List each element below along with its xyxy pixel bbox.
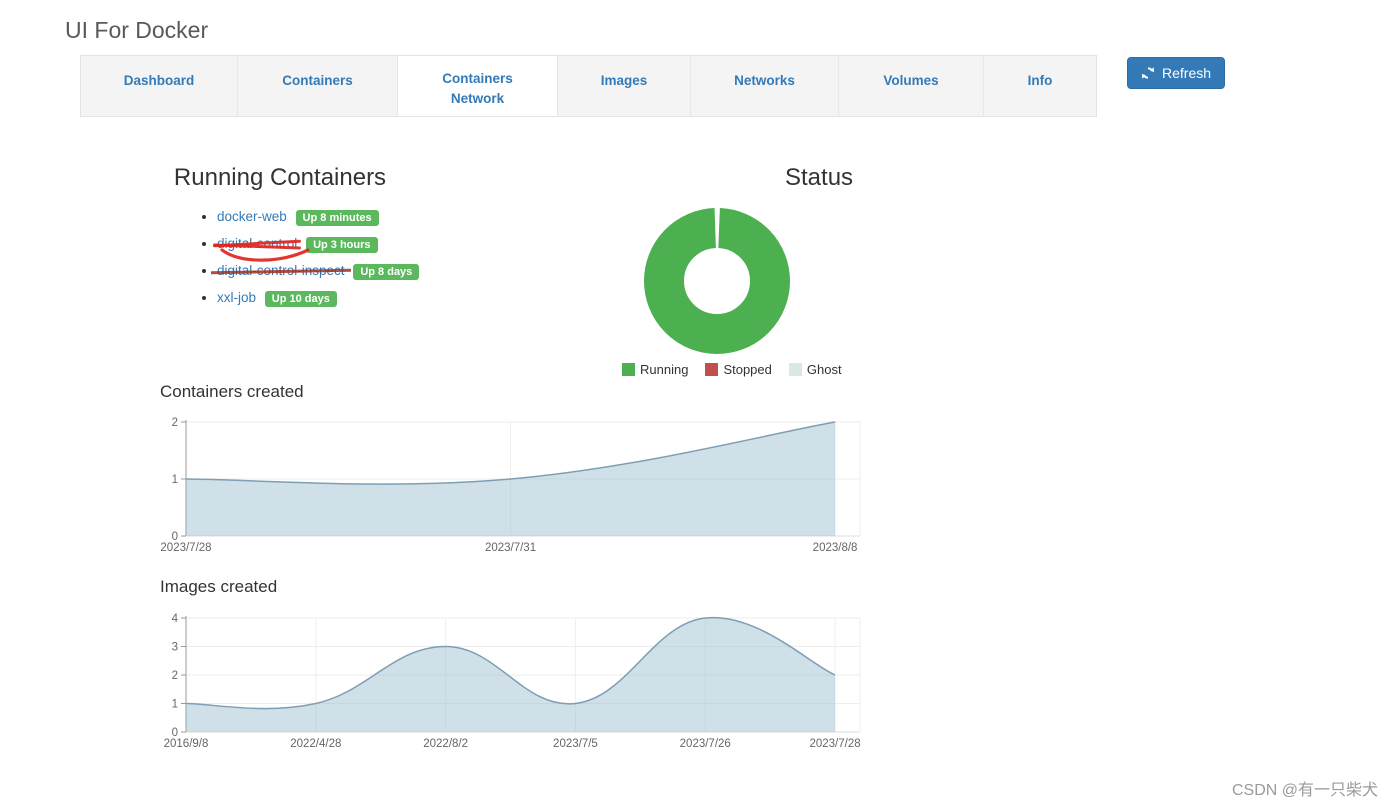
list-item: digital-control Up 3 hours [217,234,480,255]
svg-text:2023/7/5: 2023/7/5 [553,738,598,750]
legend-swatch-stopped [705,363,718,376]
svg-text:2016/9/8: 2016/9/8 [164,738,209,750]
svg-text:2023/7/28: 2023/7/28 [809,738,860,750]
watermark: CSDN @有一只柴犬 [1232,776,1378,800]
list-item: docker-web Up 8 minutes [217,207,480,228]
svg-text:1: 1 [172,699,178,711]
page-title: UI For Docker [65,17,208,44]
tab-images[interactable]: Images [558,56,691,116]
red-scribble-annotation: digital-control [217,234,297,254]
top-navigation: Dashboard Containers Containers Network … [80,55,1225,117]
tab-label: Networks [734,71,795,91]
uptime-badge: Up 10 days [265,291,337,307]
tab-dashboard[interactable]: Dashboard [81,56,238,116]
svg-text:3: 3 [172,642,178,654]
list-item: digital-control-inspect Up 8 days [217,261,480,282]
uptime-badge: Up 3 hours [306,237,377,253]
tab-volumes[interactable]: Volumes [839,56,984,116]
status-doughnut-chart [643,207,791,355]
tab-info[interactable]: Info [984,56,1096,116]
container-link-digital-control-inspect[interactable]: digital-control-inspect [217,263,345,278]
refresh-label: Refresh [1162,65,1211,81]
svg-text:2023/8/8: 2023/8/8 [813,542,858,554]
images-created-chart: 012342016/9/82022/4/282022/8/22023/7/520… [160,610,872,755]
legend-swatch-ghost [789,363,802,376]
svg-text:2022/4/28: 2022/4/28 [290,738,341,750]
refresh-icon [1141,66,1155,80]
legend-item-running: Running [622,362,688,377]
tab-label: Volumes [883,71,938,91]
status-legend: Running Stopped Ghost [622,362,1100,377]
legend-label: Running [640,362,688,377]
list-item: xxl-job Up 10 days [217,288,480,309]
strike-annotation: digital-control-inspect [217,261,345,281]
svg-text:2022/8/2: 2022/8/2 [423,738,468,750]
status-title: Status [480,164,1100,192]
tab-label: Containers [282,71,353,91]
svg-text:2023/7/31: 2023/7/31 [485,542,536,554]
svg-text:1: 1 [172,474,178,486]
legend-label: Ghost [807,362,842,377]
tab-containers-network[interactable]: Containers Network [398,56,558,116]
legend-swatch-running [622,363,635,376]
tab-label: Containers Network [433,69,523,110]
tab-label: Info [1028,71,1053,91]
container-link-docker-web[interactable]: docker-web [217,209,287,224]
running-containers-list: docker-web Up 8 minutes digital-control … [80,207,480,309]
svg-text:4: 4 [172,613,179,625]
svg-text:2: 2 [172,417,178,429]
running-containers-panel: Running Containers docker-web Up 8 minut… [80,164,480,315]
images-created-title: Images created [160,577,277,597]
svg-text:2023/7/26: 2023/7/26 [680,738,731,750]
uptime-badge: Up 8 minutes [296,210,379,226]
legend-label: Stopped [723,362,771,377]
svg-text:2023/7/28: 2023/7/28 [160,542,211,554]
legend-item-stopped: Stopped [705,362,771,377]
refresh-button[interactable]: Refresh [1127,57,1225,89]
uptime-badge: Up 8 days [353,264,419,280]
tab-label: Images [601,71,648,91]
containers-created-chart: 0122023/7/282023/7/312023/8/8 [160,414,872,559]
container-link-digital-control[interactable]: digital-control [217,236,297,251]
tab-containers[interactable]: Containers [238,56,398,116]
running-containers-title: Running Containers [80,164,480,192]
containers-created-title: Containers created [160,382,304,402]
legend-item-ghost: Ghost [789,362,842,377]
container-link-xxl-job[interactable]: xxl-job [217,290,256,305]
tab-label: Dashboard [124,71,195,91]
status-panel: Status Running Stopped Ghost [480,164,1100,377]
svg-text:2: 2 [172,670,178,682]
nav-tabs: Dashboard Containers Containers Network … [80,55,1097,117]
tab-networks[interactable]: Networks [691,56,839,116]
